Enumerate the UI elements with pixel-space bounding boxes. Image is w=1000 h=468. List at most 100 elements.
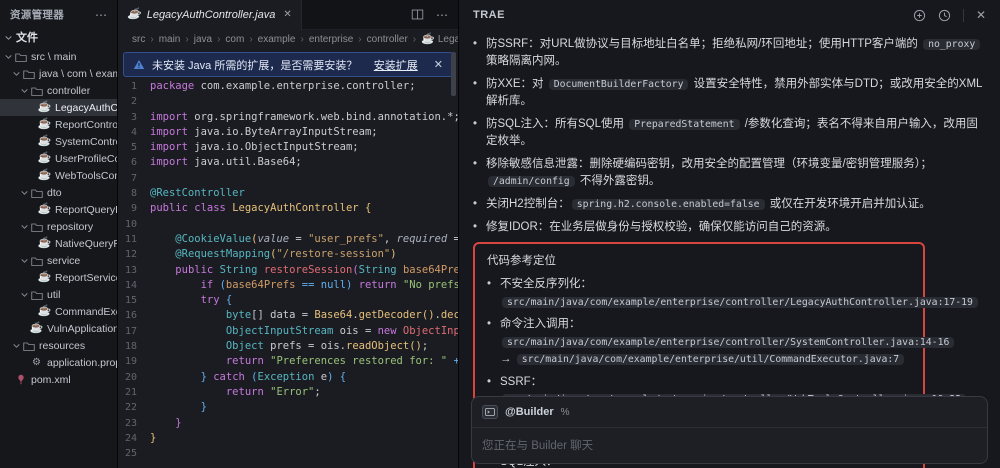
more-icon[interactable]: ⋯ xyxy=(436,8,448,22)
bullet: • xyxy=(473,219,486,236)
recommendation-list: •防SSRF：对URL做协议与目标地址白名单；拒绝私网/环回地址；使用HTTP客… xyxy=(473,36,984,236)
code-reference-chip[interactable]: spring.h2.console.enabled=false xyxy=(572,199,765,210)
chevron-down-icon xyxy=(20,290,30,299)
breadcrumb-item-src[interactable]: src xyxy=(132,34,145,45)
chevron-down-icon xyxy=(20,188,30,197)
code-reference-chip[interactable]: DocumentBuilderFactory xyxy=(549,79,689,90)
tree-item-controller[interactable]: controller xyxy=(0,82,117,99)
editor-actions: ⋯ xyxy=(411,8,458,22)
panel-actions: ✕ xyxy=(913,8,986,22)
tree-item-reportservice[interactable]: ☕ReportService.... xyxy=(0,269,117,286)
breadcrumb-item-controller[interactable]: controller xyxy=(367,34,408,45)
tree-item-label: resources xyxy=(39,340,85,352)
breadcrumb-item-example[interactable]: example xyxy=(258,34,296,45)
list-item-text: 防SQL注入：所有SQL使用 PreparedStatement /参数化查询；… xyxy=(486,116,984,150)
code-text: import org.springframework.web.bind.anno… xyxy=(150,110,458,125)
tree-item-util[interactable]: util xyxy=(0,286,117,303)
tree-item-reportqueryd[interactable]: ☕ReportQueryD... xyxy=(0,201,117,218)
trae-ai-panel: TRAE ✕ •防SSRF：对URL做协议与目标地址白名单；拒绝私网/环回地址；… xyxy=(458,0,1000,468)
tab-legacyauthcontroller[interactable]: ☕ LegacyAuthController.java ✕ xyxy=(118,0,302,30)
chevron-down-icon xyxy=(20,86,30,95)
line-number: 5 xyxy=(118,140,150,155)
code-reference-chip[interactable]: src/main/java/com/example/enterprise/uti… xyxy=(517,354,905,365)
breadcrumb-separator: › xyxy=(249,34,252,45)
bullet: • xyxy=(473,196,486,213)
more-icon[interactable]: ⋯ xyxy=(95,8,107,22)
split-editor-icon[interactable] xyxy=(411,8,424,21)
code-line: 3import org.springframework.web.bind.ann… xyxy=(118,110,458,125)
tree-item-legacyauthco[interactable]: ☕LegacyAuthCo... xyxy=(0,99,117,116)
tree-item-userprofileco[interactable]: ☕UserProfileCo... xyxy=(0,150,117,167)
chat-input-box[interactable]: @Builder % 您正在与 Builder 聊天 xyxy=(471,396,988,464)
code-text: } xyxy=(150,416,182,431)
text-segment: → xyxy=(500,353,515,365)
tree-item-java-com-exampl[interactable]: java \ com \ exampl... xyxy=(0,65,117,82)
text-segment: 防XXE：对 xyxy=(486,78,547,90)
tree-item-vulnapplication-j[interactable]: ☕VulnApplication.j... xyxy=(0,320,117,337)
tree-item-reportcontroll[interactable]: ☕ReportControll... xyxy=(0,116,117,133)
breadcrumb-item-com[interactable]: com xyxy=(225,34,244,45)
tree-item-label: SystemControl... xyxy=(55,136,117,148)
breadcrumb-item-java[interactable]: java xyxy=(194,34,212,45)
code-reference-chip[interactable]: no_proxy xyxy=(923,39,980,50)
editor-scrollbar[interactable] xyxy=(451,52,456,96)
history-icon[interactable] xyxy=(938,9,951,22)
list-item-text: 命令注入调用：src/main/java/com/example/enterpr… xyxy=(500,316,956,369)
close-icon[interactable]: ✕ xyxy=(434,58,443,71)
tree-item-repository[interactable]: repository xyxy=(0,218,117,235)
line-number: 21 xyxy=(118,385,150,400)
new-chat-icon[interactable] xyxy=(913,9,926,22)
line-number: 24 xyxy=(118,431,150,446)
text-segment: SSRF： xyxy=(500,376,542,388)
tree-item-dto[interactable]: dto xyxy=(0,184,117,201)
extension-warning-banner: 未安装 Java 所需的扩展，是否需要安装？ 安装扩展 ✕ xyxy=(123,52,453,77)
close-icon[interactable]: ✕ xyxy=(283,9,291,20)
chat-input-placeholder[interactable]: 您正在与 Builder 聊天 xyxy=(482,437,977,453)
line-number: 4 xyxy=(118,125,150,140)
java-file-icon: ☕ xyxy=(38,238,51,249)
install-extension-link[interactable]: 安装扩展 xyxy=(374,57,418,73)
breadcrumb-item-legacyauthc[interactable]: ☕LegacyAuthC xyxy=(421,34,458,45)
close-icon[interactable]: ✕ xyxy=(976,8,986,22)
line-number: 8 xyxy=(118,186,150,201)
tree-item-label: NativeQueryR... xyxy=(55,238,117,250)
tree-item-pom-xml[interactable]: pom.xml xyxy=(0,371,117,388)
code-reference-chip[interactable]: src/main/java/com/example/enterprise/con… xyxy=(502,337,954,348)
bullet: • xyxy=(473,116,486,150)
code-line: 14 if (base64Prefs == null) return "No p… xyxy=(118,278,458,293)
tree-item-service[interactable]: service xyxy=(0,252,117,269)
code-editor[interactable]: 1package com.example.enterprise.controll… xyxy=(118,79,458,461)
workspace-section-header[interactable]: 文件 xyxy=(0,27,117,48)
code-text: } xyxy=(150,431,156,446)
breadcrumb-label: controller xyxy=(367,34,408,45)
folder-icon xyxy=(22,341,35,351)
code-reference-chip[interactable]: src/main/java/com/example/enterprise/con… xyxy=(502,297,978,308)
java-file-icon: ☕ xyxy=(38,204,51,215)
breadcrumb-separator: › xyxy=(217,34,220,45)
code-reference-chip[interactable]: PreparedStatement xyxy=(629,119,739,130)
bullet: • xyxy=(473,36,486,70)
tree-item-commandexe[interactable]: ☕CommandExe... xyxy=(0,303,117,320)
tree-item-application-prop[interactable]: ⚙application.prop... xyxy=(0,354,117,371)
code-reference-chip[interactable]: /admin/config xyxy=(488,176,575,187)
tree-item-label: ReportControll... xyxy=(55,119,117,131)
breadcrumb-item-enterprise[interactable]: enterprise xyxy=(309,34,353,45)
code-text: @CookieValue(value = "user_prefs", requi… xyxy=(150,232,458,247)
tree-item-src-main[interactable]: src \ main xyxy=(0,48,117,65)
breadcrumb-item-main[interactable]: main xyxy=(159,34,181,45)
list-item-text: 防XXE：对 DocumentBuilderFactory 设置安全特性，禁用外… xyxy=(486,76,984,110)
bullet: • xyxy=(487,316,500,369)
code-line: 17 ObjectInputStream ois = new ObjectInp… xyxy=(118,324,458,339)
tree-item-resources[interactable]: resources xyxy=(0,337,117,354)
tree-item-nativequeryr[interactable]: ☕ NativeQueryR... xyxy=(0,235,117,252)
line-number: 14 xyxy=(118,278,150,293)
tree-item-systemcontrol[interactable]: ☕SystemControl... xyxy=(0,133,117,150)
chevron-down-icon xyxy=(12,341,22,350)
text-segment: 防SQL注入：所有SQL使用 xyxy=(486,118,627,130)
tree-item-webtoolscont[interactable]: ☕WebToolsCont... xyxy=(0,167,117,184)
line-number: 1 xyxy=(118,79,150,94)
banner-text: 未安装 Java 所需的扩展，是否需要安装？ xyxy=(152,57,357,73)
breadcrumb-separator: › xyxy=(185,34,188,45)
text-segment: 移除敏感信息泄露：删除硬编码密钥，改用安全的配置管理（环境变量/密钥管理服务）； xyxy=(486,158,932,170)
agent-selector[interactable]: @Builder xyxy=(505,406,554,418)
